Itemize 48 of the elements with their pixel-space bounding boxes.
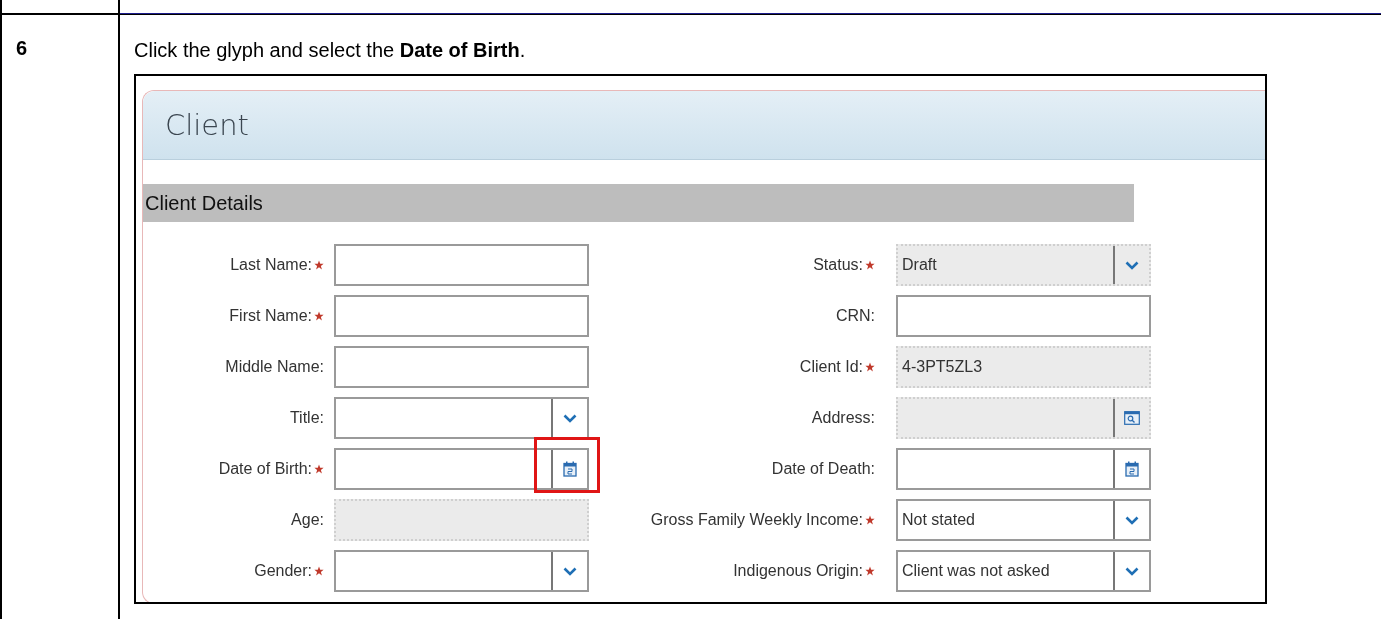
chevron-down-icon [563, 413, 577, 423]
dropdown-field[interactable] [334, 550, 589, 592]
required-icon [865, 260, 875, 270]
chevron-down-icon [1125, 515, 1139, 525]
field-label: Title: [289, 409, 325, 427]
step-number: 6 [16, 37, 28, 59]
required-icon [314, 464, 324, 474]
chevron-down-icon [1125, 566, 1139, 576]
dropdown-field[interactable] [334, 397, 589, 439]
required-icon [865, 362, 875, 372]
input-field[interactable] [334, 295, 589, 337]
calendar-icon [1125, 461, 1139, 477]
required-icon [865, 566, 875, 576]
field-value: 4-3PT5ZL3 [902, 358, 983, 375]
field-label: Client Id: [799, 358, 896, 376]
field-label: Age: [291, 511, 325, 529]
field-label: Status: [813, 256, 896, 274]
input-field[interactable] [334, 346, 589, 388]
field-label: Gross Family Weekly Income: [650, 511, 896, 529]
lookup-icon [1124, 411, 1140, 425]
required-icon [314, 311, 324, 321]
field-label: Date of Death: [771, 460, 876, 478]
chevron-down-icon [563, 566, 577, 576]
field-value: Not stated [902, 511, 975, 528]
required-icon [314, 260, 324, 270]
field-label: CRN: [835, 307, 876, 325]
input-field[interactable] [896, 295, 1151, 337]
panel-title: Client [165, 108, 249, 142]
field-label: Last Name: [230, 256, 334, 274]
field-label: Address: [811, 409, 876, 427]
calendar-icon [563, 461, 577, 477]
dropdown-field[interactable]: Client was not asked [896, 550, 1151, 592]
field-value: Draft [902, 256, 937, 273]
required-icon [865, 515, 875, 525]
field-value: Client was not asked [902, 562, 1050, 579]
date-field[interactable] [334, 448, 589, 490]
date-field[interactable] [896, 448, 1151, 490]
field-label: Indigenous Origin: [733, 562, 896, 580]
instruction-text: Click the glyph and select the Date of Birth. [134, 38, 527, 62]
dropdown-field[interactable]: Not stated [896, 499, 1151, 541]
required-icon [314, 566, 324, 576]
section-title: Client Details [144, 191, 263, 215]
input-field[interactable] [334, 244, 589, 286]
field-label: Gender: [254, 562, 334, 580]
field-label: First Name: [229, 307, 334, 325]
field-label: Middle Name: [225, 358, 325, 376]
chevron-down-icon [1125, 260, 1139, 270]
field-label: Date of Birth: [218, 460, 334, 478]
